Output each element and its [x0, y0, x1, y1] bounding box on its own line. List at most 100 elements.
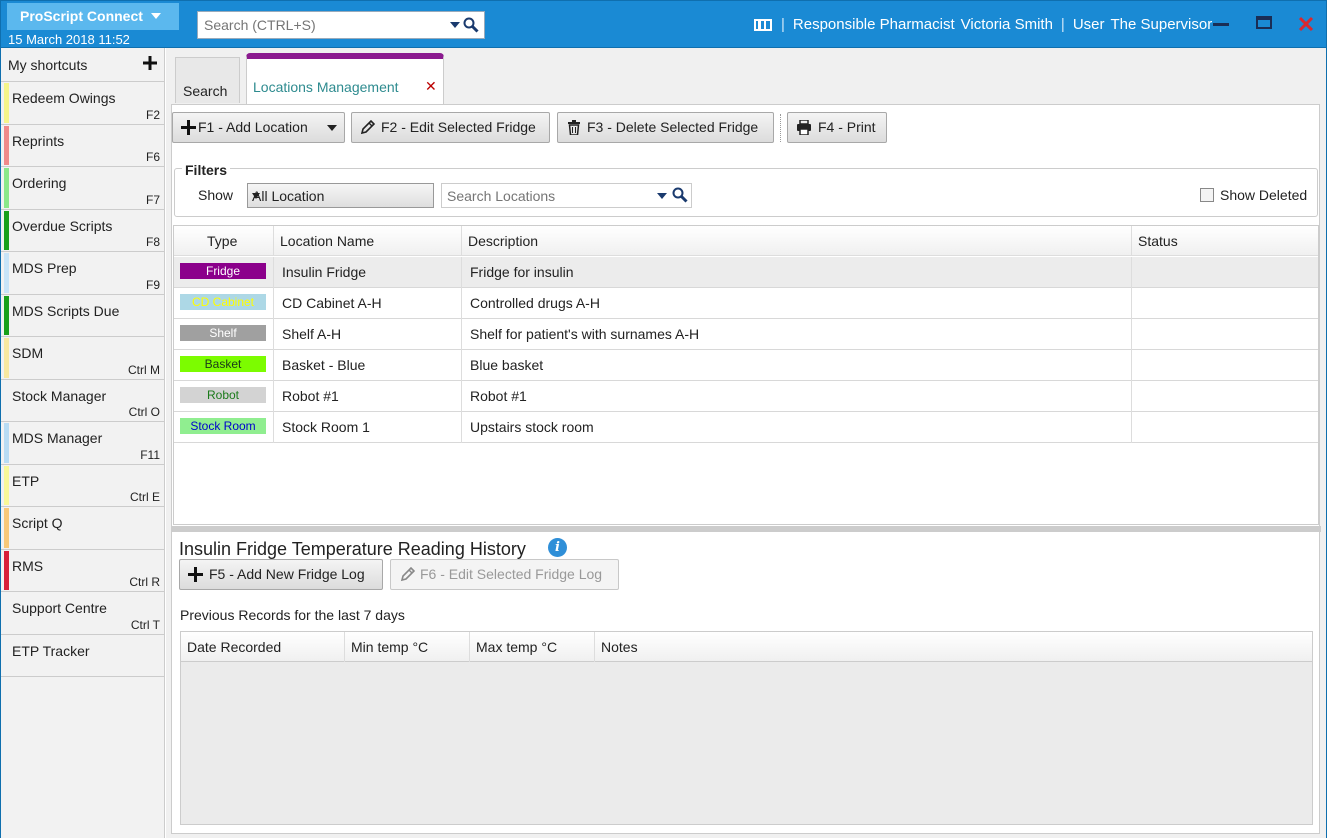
- location-search-input[interactable]: [442, 184, 642, 207]
- shortcut-label: Script Q: [12, 515, 63, 531]
- cell-type: Fridge: [174, 257, 274, 288]
- column-header-notes[interactable]: Notes: [595, 632, 1312, 662]
- shortcut-label: MDS Manager: [12, 430, 103, 446]
- add-location-label: F1 - Add Location: [198, 119, 308, 135]
- edit-fridge-button[interactable]: F2 - Edit Selected Fridge: [351, 112, 550, 143]
- shortcut-label: Ordering: [12, 175, 67, 191]
- shortcut-key: F2: [145, 107, 160, 122]
- print-label: F4 - Print: [818, 119, 876, 135]
- column-header-location-name[interactable]: Location Name: [274, 226, 462, 256]
- close-button[interactable]: [1297, 13, 1315, 35]
- show-location-select[interactable]: All Location: [247, 183, 434, 208]
- cell-status: [1132, 257, 1318, 288]
- pharmacist-name: Victoria Smith: [960, 16, 1053, 33]
- fridge-log-table-header: Date Recorded Min temp °C Max temp °C No…: [181, 632, 1312, 662]
- chevron-down-icon[interactable]: [327, 125, 337, 131]
- shortcut-color-bar: [4, 423, 9, 463]
- shortcut-label: RMS: [12, 557, 44, 574]
- column-header-description[interactable]: Description: [462, 226, 1132, 256]
- column-header-max-temp[interactable]: Max temp °C: [470, 632, 595, 662]
- cell-status: [1132, 412, 1318, 443]
- shortcut-item[interactable]: Script Q: [1, 507, 164, 550]
- shortcut-key: F8: [145, 235, 160, 249]
- cell-type: Robot: [174, 381, 274, 412]
- shortcut-color-bar: [4, 508, 9, 548]
- maximize-button[interactable]: [1256, 16, 1272, 29]
- shortcut-item[interactable]: Reprints F6: [1, 125, 164, 167]
- shortcut-key: Ctrl E: [130, 490, 160, 504]
- info-icon[interactable]: i: [548, 538, 567, 557]
- panel-splitter[interactable]: [172, 526, 1321, 532]
- locations-panel: F1 - Add Location F2 - Edit Selected Fri…: [171, 104, 1321, 834]
- shortcut-item[interactable]: MDS Scripts Due: [1, 295, 164, 337]
- cell-type: Shelf: [174, 319, 274, 350]
- pharmacist-label: Responsible Pharmacist: [792, 16, 955, 33]
- shortcut-label: Stock Manager: [12, 387, 107, 404]
- shortcut-label: Redeem Owings: [12, 90, 116, 106]
- shortcut-key: Ctrl R: [129, 575, 160, 589]
- search-icon[interactable]: [463, 17, 479, 33]
- filters-title: Filters: [182, 162, 231, 178]
- global-search-input[interactable]: [198, 12, 438, 38]
- current-datetime: 15 March 2018 11:52: [8, 32, 130, 47]
- plus-icon: [188, 567, 203, 582]
- column-header-type[interactable]: Type: [174, 226, 274, 256]
- column-header-status[interactable]: Status: [1132, 226, 1318, 256]
- table-row[interactable]: Basket Basket - Blue Blue basket: [174, 350, 1318, 381]
- user-label: User: [1072, 16, 1105, 33]
- cell-location-name: Shelf A-H: [274, 319, 462, 350]
- app-menu-button[interactable]: ProScript Connect: [7, 3, 179, 30]
- shortcut-item[interactable]: RMS Ctrl R: [1, 550, 164, 592]
- checkbox-box[interactable]: [1200, 188, 1214, 202]
- shortcuts-sidebar: My shortcuts Redeem Owings F2 Reprints F6 Or…: [0, 48, 165, 838]
- shortcut-item[interactable]: Stock Manager Ctrl O: [1, 380, 164, 422]
- tab-search[interactable]: Search: [175, 57, 240, 103]
- type-badge: Robot: [180, 387, 266, 403]
- close-tab-icon[interactable]: ✕: [425, 78, 437, 95]
- shortcut-key: F6: [145, 150, 160, 164]
- edit-fridge-log-button[interactable]: F6 - Edit Selected Fridge Log: [390, 559, 619, 590]
- pharmacy-register-icon[interactable]: [753, 17, 773, 33]
- shortcut-item[interactable]: SDM Ctrl M: [1, 337, 164, 380]
- app-name: ProScript Connect: [20, 8, 143, 24]
- cell-location-name: Basket - Blue: [274, 350, 462, 381]
- window-controls: [1209, 11, 1319, 39]
- add-shortcut-icon[interactable]: [142, 55, 158, 71]
- table-row[interactable]: Fridge Insulin Fridge Fridge for insulin: [174, 257, 1318, 288]
- shortcut-item[interactable]: Ordering F7: [1, 167, 164, 210]
- search-icon[interactable]: [672, 187, 688, 203]
- chevron-down-icon: [252, 193, 260, 199]
- column-header-min-temp[interactable]: Min temp °C: [345, 632, 470, 662]
- cell-description: Upstairs stock room: [462, 412, 1132, 443]
- shortcut-item[interactable]: ETP Ctrl E: [1, 465, 164, 507]
- shortcut-item[interactable]: Overdue Scripts F8: [1, 210, 164, 252]
- edit-fridge-label: F2 - Edit Selected Fridge: [381, 119, 536, 135]
- table-row[interactable]: CD Cabinet CD Cabinet A-H Controlled drugs…: [174, 288, 1318, 319]
- add-fridge-log-button[interactable]: F5 - Add New Fridge Log: [179, 559, 383, 590]
- add-location-button[interactable]: F1 - Add Location: [172, 112, 345, 143]
- shortcut-item[interactable]: MDS Prep F9: [1, 252, 164, 295]
- search-dropdown-icon[interactable]: [657, 193, 667, 199]
- shortcut-color-bar: [4, 83, 9, 123]
- show-deleted-checkbox[interactable]: Show Deleted: [1200, 187, 1307, 203]
- shortcut-label: Reprints: [12, 132, 65, 149]
- column-header-date-recorded[interactable]: Date Recorded: [181, 632, 345, 662]
- locations-table: Type Location Name Description Status Fr…: [173, 225, 1319, 525]
- shortcut-key: F9: [145, 277, 160, 292]
- table-row[interactable]: Stock Room Stock Room 1 Upstairs stock roo…: [174, 412, 1318, 443]
- delete-fridge-button[interactable]: F3 - Delete Selected Fridge: [557, 112, 774, 143]
- tab-locations-management[interactable]: Locations Management ✕: [246, 53, 444, 105]
- shortcuts-header: My shortcuts: [1, 48, 164, 82]
- minimize-button[interactable]: [1213, 23, 1229, 26]
- type-badge: CD Cabinet: [180, 294, 266, 310]
- shortcut-item[interactable]: MDS Manager F11: [1, 422, 164, 465]
- table-row[interactable]: Shelf Shelf A-H Shelf for patient's with s…: [174, 319, 1318, 350]
- add-fridge-log-label: F5 - Add New Fridge Log: [209, 566, 365, 582]
- shortcut-item[interactable]: ETP Tracker: [1, 635, 164, 677]
- search-dropdown-icon[interactable]: [450, 22, 460, 28]
- shortcut-item[interactable]: Redeem Owings F2: [1, 82, 164, 125]
- table-row[interactable]: Robot Robot #1 Robot #1: [174, 381, 1318, 412]
- print-button[interactable]: F4 - Print: [787, 112, 887, 143]
- shortcut-item[interactable]: Support Centre Ctrl T: [1, 592, 164, 635]
- shortcut-key: F7: [145, 192, 160, 207]
